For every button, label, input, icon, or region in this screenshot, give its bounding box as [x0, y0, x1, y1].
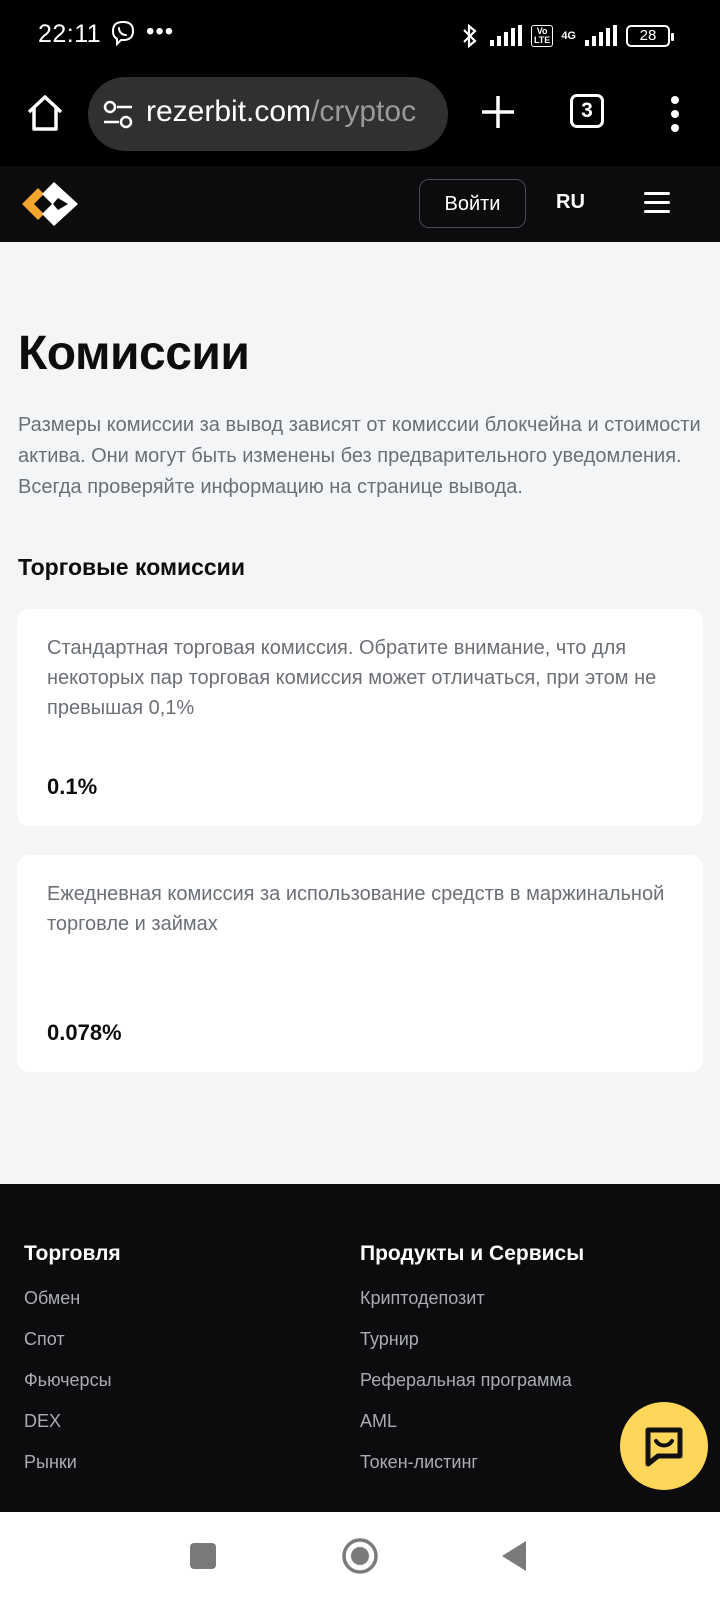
system-nav-bar: [0, 1512, 720, 1600]
url-text: rezerbit.com/cryptoc: [146, 95, 416, 129]
browser-toolbar: rezerbit.com/cryptoc 3: [0, 72, 720, 166]
footer-column-products: Продукты и Сервисы Криптодепозит Турнир …: [360, 1242, 584, 1493]
footer-link-exchange[interactable]: Обмен: [24, 1288, 121, 1329]
address-bar[interactable]: rezerbit.com/cryptoc: [88, 77, 448, 151]
footer-column-title: Торговля: [24, 1242, 121, 1265]
page-title: Комиссии: [18, 327, 250, 380]
fee-card-value: 0.1%: [47, 774, 98, 799]
nav-home-icon[interactable]: [341, 1537, 379, 1575]
new-tab-icon[interactable]: [478, 92, 518, 132]
chat-bubble-icon: [645, 1427, 683, 1467]
footer-column-title: Продукты и Сервисы: [360, 1242, 585, 1265]
fee-card-value: 0.078%: [47, 1020, 122, 1045]
recent-apps-icon[interactable]: [190, 1543, 216, 1569]
nav-back-icon[interactable]: [500, 1539, 528, 1573]
hamburger-menu-icon[interactable]: [644, 192, 670, 214]
footer-link-aml[interactable]: AML: [360, 1411, 584, 1452]
fee-card-margin: Ежедневная комиссия за использование сре…: [17, 855, 703, 1072]
fee-card-standard: Стандартная торговая комиссия. Обратите …: [17, 609, 703, 826]
volte-badge: Vo LTE: [530, 25, 554, 47]
page-description: Размеры комиссии за вывод зависят от ком…: [18, 414, 701, 498]
login-button[interactable]: Войти: [419, 179, 526, 228]
footer-link-dex[interactable]: DEX: [24, 1411, 121, 1452]
footer-link-tournament[interactable]: Турнир: [360, 1329, 584, 1370]
status-more-dots: •••: [146, 18, 175, 45]
browser-menu-icon[interactable]: [668, 94, 682, 134]
status-time: 22:11: [38, 20, 102, 48]
site-header: Войти RU: [0, 166, 720, 242]
bluetooth-icon: [463, 23, 477, 49]
site-footer: Торговля Обмен Спот Фьючерсы DEX Рынки П…: [0, 1184, 720, 1512]
status-right-icons: Vo LTE 4G 28: [459, 22, 674, 50]
main-content: Комиссии Размеры комиссии за вывод завис…: [0, 242, 720, 1184]
rezerbit-logo-icon[interactable]: [18, 176, 90, 232]
status-bar: 22:11 ••• Vo LTE 4G 28: [0, 0, 720, 72]
support-chat-button[interactable]: [620, 1402, 708, 1490]
site-settings-icon[interactable]: [102, 100, 134, 130]
url-path: /cryptoc: [311, 95, 417, 128]
footer-link-token-listing[interactable]: Токен-листинг: [360, 1452, 584, 1493]
home-icon[interactable]: [24, 92, 66, 134]
tab-switcher-button[interactable]: 3: [570, 94, 604, 128]
fee-card-description: Ежедневная комиссия за использование сре…: [47, 883, 665, 935]
viber-icon: [111, 20, 135, 46]
signal-2-icon: [585, 25, 617, 46]
language-switcher[interactable]: RU: [556, 191, 585, 214]
footer-link-futures[interactable]: Фьючерсы: [24, 1370, 121, 1411]
signal-icon: [489, 25, 522, 46]
section-title-trading-fees: Торговые комиссии: [18, 554, 245, 580]
footer-link-referral[interactable]: Реферальная программа: [360, 1370, 584, 1411]
footer-column-trading: Торговля Обмен Спот Фьючерсы DEX Рынки: [24, 1242, 121, 1493]
url-host: rezerbit.com: [146, 95, 312, 128]
footer-link-markets[interactable]: Рынки: [24, 1452, 121, 1493]
network-type: 4G: [561, 29, 576, 42]
footer-link-crypto-deposit[interactable]: Криптодепозит: [360, 1288, 584, 1329]
battery-icon: 28: [626, 25, 674, 47]
fee-card-description: Стандартная торговая комиссия. Обратите …: [47, 637, 657, 719]
footer-link-spot[interactable]: Спот: [24, 1329, 121, 1370]
